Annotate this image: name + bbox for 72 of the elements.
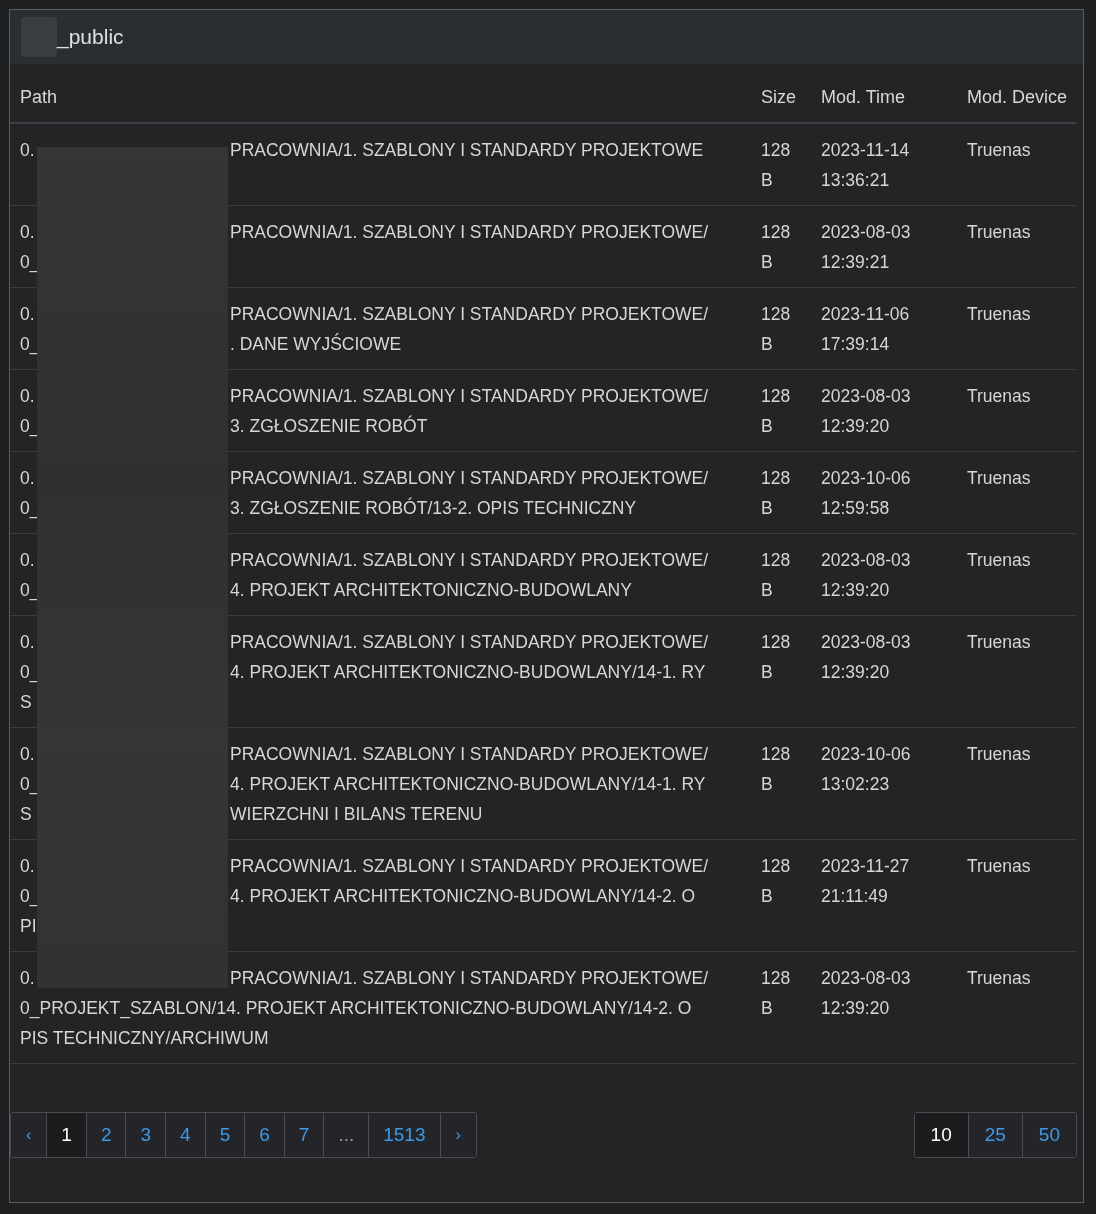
next-page-button[interactable]: › xyxy=(439,1113,476,1157)
time-cell-text: 2023-08-03 12:39:20 xyxy=(821,967,912,1020)
time-cell-text: 2023-11-06 17:39:14 xyxy=(821,303,911,356)
path-text: 4. PROJEKT ARCHITEKTONICZNO-BUDOWLANY/14-2. O xyxy=(230,885,696,908)
device-cell: Truenas xyxy=(967,304,1031,324)
path-text: 4. PROJEKT ARCHITEKTONICZNO-BUDOWLANY xyxy=(230,579,632,602)
path-text: PRACOWNIA/1. SZABLONY I STANDARDY PROJEKTOWE/ xyxy=(230,549,709,572)
path-text: 0. xyxy=(20,140,35,160)
size-cell-text: 128 B xyxy=(761,549,792,602)
panel-title: _public xyxy=(57,25,124,49)
time-cell-text: 2023-08-03 12:39:20 xyxy=(821,549,912,602)
path-text: WIERZCHNI I BILANS TERENU xyxy=(230,803,483,826)
path-text: PRACOWNIA/1. SZABLONY I STANDARDY PROJEKTOWE/ xyxy=(230,855,709,878)
column-header: Size xyxy=(761,87,796,107)
time-cell-text: 2023-10-06 13:02:23 xyxy=(821,743,912,796)
page-size-button[interactable]: 10 xyxy=(914,1113,968,1157)
size-cell-text: 128 B xyxy=(761,303,792,356)
column-header: Path xyxy=(20,87,58,107)
time-cell-text: 2023-08-03 12:39:21 xyxy=(821,221,912,274)
path-text: PI xyxy=(20,916,37,936)
time-cell-text: 2023-08-03 12:39:20 xyxy=(821,631,912,684)
path-text: PRACOWNIA/1. SZABLONY I STANDARDY PROJEKTOWE/ xyxy=(230,743,709,766)
path-text: 3. ZGŁOSZENIE ROBÓT xyxy=(230,414,428,438)
path-text: 0_PROJEKT_SZABLON/14. PROJEKT ARCHITEKTONICZNO-BUDOWLANY/14-2. O xyxy=(20,997,692,1021)
path-text: PRACOWNIA/1. SZABLONY I STANDARDY PROJEKTOWE/ xyxy=(230,967,709,990)
path-text: PRACOWNIA/1. SZABLONY I STANDARDY PROJEKTOWE/ xyxy=(230,303,709,326)
device-cell: Truenas xyxy=(967,140,1031,160)
path-text: 0. xyxy=(20,856,35,876)
device-cell: Truenas xyxy=(967,468,1031,488)
path-text: PRACOWNIA/1. SZABLONY I STANDARDY PROJEKTOWE/ xyxy=(230,385,709,408)
path-text: 4. PROJEKT ARCHITEKTONICZNO-BUDOWLANY/14-1. RY xyxy=(230,773,706,796)
path-text: . DANE WYJŚCIOWE xyxy=(230,332,402,356)
column-header: Mod. Time xyxy=(821,87,906,107)
path-text: PRACOWNIA/1. SZABLONY I STANDARDY PROJEKTOWE/ xyxy=(230,467,709,490)
time-cell-text: 2023-10-06 12:59:58 xyxy=(821,467,912,520)
path-text: S xyxy=(20,804,32,824)
device-cell: Truenas xyxy=(967,550,1031,570)
size-cell-text: 128 B xyxy=(761,631,792,684)
size-cell-text: 128 B xyxy=(761,385,792,438)
path-text: PRACOWNIA/1. SZABLONY I STANDARDY PROJEKTOWE xyxy=(230,139,704,162)
path-text: 0. xyxy=(20,468,35,488)
path-text: PIS TECHNICZNY/ARCHIWUM xyxy=(20,1027,269,1050)
path-text: 0. xyxy=(20,222,35,242)
path-text: 0. xyxy=(20,386,35,406)
path-text: 4. PROJEKT ARCHITEKTONICZNO-BUDOWLANY/14-1. RY xyxy=(230,661,706,684)
size-cell-text: 128 B xyxy=(761,221,792,274)
path-text: 0. xyxy=(20,744,35,764)
device-cell: Truenas xyxy=(967,744,1031,764)
size-cell-text: 128 B xyxy=(761,967,792,1020)
page-size-button[interactable]: 50 xyxy=(1021,1113,1076,1157)
device-cell: Truenas xyxy=(967,386,1031,406)
size-cell-text: 128 B xyxy=(761,855,792,908)
device-cell: Truenas xyxy=(967,856,1031,876)
device-cell: Truenas xyxy=(967,968,1031,988)
size-cell-text: 128 B xyxy=(761,139,792,192)
page-button[interactable]: 1 xyxy=(46,1113,86,1157)
path-text: 0. xyxy=(20,968,35,988)
time-cell-text: 2023-11-14 13:36:21 xyxy=(821,139,911,192)
size-cell-text: 128 B xyxy=(761,467,792,520)
path-text: S xyxy=(20,692,32,712)
path-text: 0. xyxy=(20,550,35,570)
device-cell: Truenas xyxy=(967,632,1031,652)
path-text: 3. ZGŁOSZENIE ROBÓT/13-2. OPIS TECHNICZNY xyxy=(230,496,637,520)
path-text: 0. xyxy=(20,304,35,324)
path-text: 0. xyxy=(20,632,35,652)
device-cell: Truenas xyxy=(967,222,1031,242)
path-text: PRACOWNIA/1. SZABLONY I STANDARDY PROJEKTOWE/ xyxy=(230,631,709,654)
time-cell-text: 2023-08-03 12:39:20 xyxy=(821,385,912,438)
column-header: Mod. Device xyxy=(967,87,1068,107)
time-cell-text: 2023-11-27 21:11:49 xyxy=(821,855,911,908)
path-text: PRACOWNIA/1. SZABLONY I STANDARDY PROJEKTOWE/ xyxy=(230,221,709,244)
size-cell-text: 128 B xyxy=(761,743,792,796)
